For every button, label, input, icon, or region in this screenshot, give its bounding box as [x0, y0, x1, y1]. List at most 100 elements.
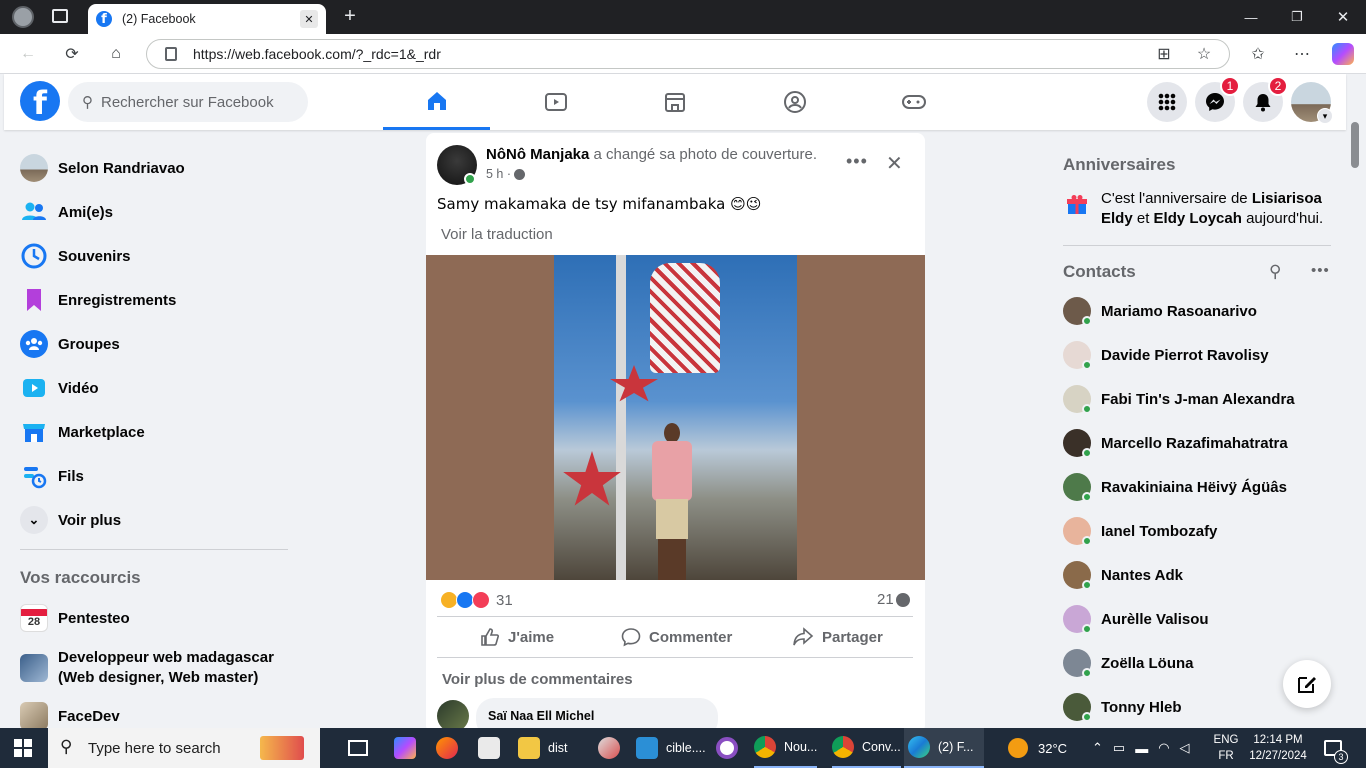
facebook-search-input[interactable]: ⚲ Rechercher sur Facebook: [68, 82, 308, 122]
taskbar-app-edge[interactable]: (2) F...: [904, 728, 984, 768]
language-indicator[interactable]: ENG FR: [1212, 732, 1240, 764]
search-placeholder: Rechercher sur Facebook: [101, 93, 274, 111]
page-scrollbar[interactable]: [1348, 118, 1362, 722]
post-more-icon[interactable]: •••: [846, 151, 868, 172]
contacts-search-icon[interactable]: ⚲: [1269, 262, 1281, 282]
taskbar-app-chrome-2[interactable]: Conv...: [832, 728, 901, 768]
taskbar-app-vscode[interactable]: cible....: [636, 728, 706, 768]
contact-name: Ianel Tombozafy: [1101, 522, 1218, 540]
battery-icon[interactable]: ▬: [1135, 741, 1148, 756]
firefox-icon[interactable]: [436, 728, 466, 768]
sidebar-item-groups[interactable]: Groupes: [20, 322, 300, 366]
nav-marketplace-tab[interactable]: [621, 74, 728, 130]
shortcut-item-developpeur[interactable]: Developpeur web madagascar (Web designer…: [20, 645, 300, 691]
account-chevron-down-icon[interactable]: ▾: [1317, 108, 1333, 124]
contact-item[interactable]: Mariamo Rasoanarivo: [1063, 289, 1333, 333]
globe-icon: [514, 168, 526, 180]
compose-icon: [1298, 677, 1316, 693]
sidebar-item-profile[interactable]: Selon Randriavao: [20, 146, 300, 190]
reactions-summary[interactable]: 31: [440, 591, 513, 609]
new-message-button[interactable]: [1283, 660, 1331, 708]
back-icon[interactable]: ←: [16, 42, 40, 66]
birthday-text[interactable]: C'est l'anniversaire de Lisiarisoa Eldy …: [1101, 189, 1331, 229]
comment-button[interactable]: Commenter: [621, 627, 732, 647]
sidebar-item-memories[interactable]: Souvenirs: [20, 234, 300, 278]
copilot-icon[interactable]: [1332, 43, 1354, 65]
contact-avatar: [1063, 297, 1092, 326]
task-view-icon[interactable]: [348, 728, 368, 768]
menu-button[interactable]: [1147, 82, 1187, 122]
contact-item[interactable]: Ravakiniaina Hëivÿ Ágüâs: [1063, 465, 1333, 509]
minimize-icon[interactable]: —: [1228, 0, 1274, 34]
weather-widget[interactable]: 32°C: [1008, 728, 1067, 768]
tab-actions-icon[interactable]: [52, 9, 68, 23]
contact-item[interactable]: Fabi Tin's J-man Alexandra: [1063, 377, 1333, 421]
reload-icon[interactable]: ⟳: [60, 42, 84, 66]
see-more-comments-link[interactable]: Voir plus de commentaires: [442, 671, 633, 688]
contact-item[interactable]: Ianel Tombozafy: [1063, 509, 1333, 553]
contact-item[interactable]: Davide Pierrot Ravolisy: [1063, 333, 1333, 377]
birthday-name-2[interactable]: Eldy Loycah: [1154, 210, 1242, 227]
system-tray-icons[interactable]: ⌃ ▭ ▬ ◠ ◁: [1092, 728, 1190, 768]
see-translation-link[interactable]: Voir la traduction: [441, 226, 553, 243]
browser-tab[interactable]: f (2) Facebook ✕: [88, 4, 326, 34]
close-tab-icon[interactable]: ✕: [300, 10, 318, 28]
shortcut-item-pentesteo[interactable]: 28 Pentesteo: [20, 596, 300, 640]
obs-icon[interactable]: [716, 728, 746, 768]
taskbar-app-explorer[interactable]: dist: [518, 728, 567, 768]
url-bar[interactable]: https://web.facebook.com/?_rdc=1&_rdr: [146, 39, 1230, 69]
taskbar-app-chrome-1[interactable]: Nou...: [754, 728, 818, 768]
favorites-icon[interactable]: ✩: [1246, 42, 1270, 66]
memories-icon: [20, 242, 48, 270]
paint-icon[interactable]: [598, 728, 628, 768]
contact-item[interactable]: Nantes Adk: [1063, 553, 1333, 597]
favorite-star-icon[interactable]: ☆: [1192, 42, 1216, 66]
share-button[interactable]: Partager: [792, 627, 883, 647]
new-tab-button[interactable]: +: [338, 4, 362, 28]
browser-profile-icon[interactable]: [12, 6, 34, 28]
post-photo[interactable]: [426, 255, 925, 580]
windows-start-icon[interactable]: [14, 739, 32, 757]
nav-video-tab[interactable]: [502, 74, 609, 130]
scrollbar-thumb[interactable]: [1351, 122, 1359, 168]
wifi-icon[interactable]: ◠: [1158, 740, 1169, 756]
home-icon[interactable]: ⌂: [104, 42, 128, 66]
chevron-up-icon[interactable]: ⌃: [1092, 740, 1103, 756]
clapper-icon[interactable]: [478, 728, 508, 768]
nav-gaming-tab[interactable]: [860, 74, 967, 130]
contact-item[interactable]: Aurèlle Valisou: [1063, 597, 1333, 641]
notifications-badge: 2: [1268, 76, 1288, 96]
restore-icon[interactable]: ❐: [1274, 0, 1320, 34]
clock[interactable]: 12:14 PM 12/27/2024: [1246, 732, 1310, 764]
taskbar-search-input[interactable]: ⚲ Type here to search: [48, 728, 320, 768]
nav-groups-tab[interactable]: [741, 74, 848, 130]
facebook-logo[interactable]: f: [20, 81, 60, 121]
like-button[interactable]: J'aime: [480, 627, 554, 647]
contact-item[interactable]: Marcello Razafimahatratra: [1063, 421, 1333, 465]
post-close-icon[interactable]: ✕: [886, 151, 903, 176]
sidebar-item-feeds[interactable]: Fils: [20, 454, 300, 498]
taskbar-search-placeholder: Type here to search: [88, 739, 221, 757]
site-info-icon[interactable]: [165, 47, 177, 61]
speaker-icon[interactable]: ◁: [1180, 740, 1190, 756]
sidebar-item-see-more[interactable]: ⌄ Voir plus: [20, 498, 300, 542]
sidebar-item-saved[interactable]: Enregistrements: [20, 278, 300, 322]
sidebar-item-video[interactable]: Vidéo: [20, 366, 300, 410]
contacts-more-icon[interactable]: •••: [1311, 262, 1330, 279]
sidebar-item-friends[interactable]: Ami(e)s: [20, 190, 300, 234]
network-adapter-icon[interactable]: ▭: [1113, 740, 1125, 756]
sidebar-item-marketplace[interactable]: Marketplace: [20, 410, 300, 454]
video-icon: [20, 374, 48, 402]
post-author[interactable]: NôNô Manjaka: [486, 146, 589, 163]
reactions-count: 31: [496, 591, 513, 609]
app-available-icon[interactable]: ⊞: [1152, 42, 1176, 66]
contacts-title: Contacts: [1063, 262, 1136, 281]
commenter-name[interactable]: Saï Naa Ell Michel: [488, 709, 594, 723]
post-time[interactable]: 5 h ·: [486, 167, 511, 181]
nav-home-tab[interactable]: [383, 74, 490, 130]
copilot-taskbar-icon[interactable]: [394, 728, 424, 768]
more-menu-icon[interactable]: ⋯: [1290, 42, 1314, 66]
close-window-icon[interactable]: ✕: [1320, 0, 1366, 34]
comments-summary[interactable]: 21: [877, 591, 910, 608]
contact-name: Mariamo Rasoanarivo: [1101, 302, 1257, 320]
